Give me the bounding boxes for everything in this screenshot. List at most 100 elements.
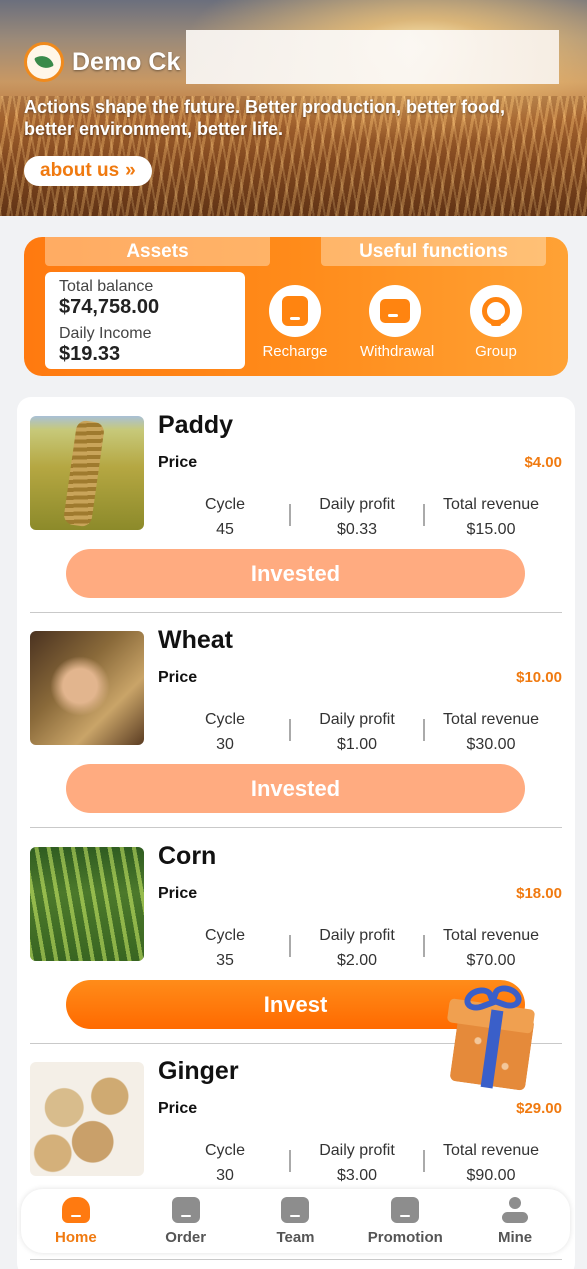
tagline: Actions shape the future. Better product… <box>24 97 506 139</box>
about-us-button[interactable]: about us » <box>24 156 152 186</box>
balance-box: Total balance $74,758.00 Daily Income $1… <box>45 272 245 369</box>
home-icon <box>61 1196 90 1223</box>
double-chevron-right-icon: » <box>125 160 136 181</box>
bottom-divider <box>30 1259 562 1260</box>
cycle-label: Cycle <box>204 1142 245 1159</box>
total-revenue-value: $15.00 <box>466 521 516 538</box>
total-balance-value: $74,758.00 <box>59 296 160 318</box>
cycle-value: 45 <box>216 521 234 538</box>
hero-banner: Demo Ck Actions shape the future. Better… <box>0 0 587 216</box>
product-stats: Cycle 35 Daily profit $2.00 Total revenue $… <box>158 923 562 973</box>
recharge-label: Recharge <box>262 343 328 360</box>
nav-mine[interactable]: Mine <box>465 1196 565 1246</box>
product-name: Ginger <box>158 1057 239 1085</box>
redacted-region <box>186 30 559 84</box>
cycle-value: 30 <box>216 736 234 753</box>
total-revenue-value: $90.00 <box>466 1167 516 1184</box>
daily-income-value: $19.33 <box>59 343 121 365</box>
price-label: Price <box>158 885 198 902</box>
price-label: Price <box>158 454 198 471</box>
nav-order[interactable]: Order <box>136 1196 236 1246</box>
price-value: $4.00 <box>524 454 562 471</box>
divider <box>289 1150 291 1172</box>
product-stats: Cycle 45 Daily profit $0.33 Total revenue $… <box>158 492 562 542</box>
product-stats: Cycle 30 Daily profit $3.00 Total revenue $… <box>158 1138 562 1188</box>
product-name: Wheat <box>158 626 233 654</box>
nav-promotion[interactable]: Promotion <box>355 1196 455 1246</box>
assets-card: Assets Useful functions Total balance $7… <box>24 237 568 376</box>
product-name: Corn <box>158 842 217 870</box>
product-card-paddy: Paddy Price $4.00 Cycle 45 Daily profit $0… <box>30 397 562 613</box>
daily-profit-value: $3.00 <box>336 1167 378 1184</box>
total-revenue-value: $30.00 <box>466 736 516 753</box>
product-name: Paddy <box>158 411 234 439</box>
price-value: $10.00 <box>516 669 562 686</box>
promotion-icon <box>391 1196 420 1223</box>
gift-box-icon[interactable] <box>446 981 536 1091</box>
divider <box>289 935 291 957</box>
cycle-label: Cycle <box>204 927 245 944</box>
product-stats: Cycle 30 Daily profit $1.00 Total revenue $… <box>158 707 562 757</box>
order-icon <box>171 1196 200 1223</box>
daily-profit-value: $0.33 <box>336 521 378 538</box>
cycle-value: 35 <box>216 952 234 969</box>
daily-profit-label: Daily profit <box>319 927 395 944</box>
nav-order-label: Order <box>165 1228 207 1246</box>
nav-home-label: Home <box>55 1228 97 1246</box>
total-revenue-value: $70.00 <box>466 952 516 969</box>
divider <box>423 504 425 526</box>
daily-profit-label: Daily profit <box>319 711 395 728</box>
divider <box>423 1150 425 1172</box>
about-us-label: about us <box>40 160 120 181</box>
group-label: Group <box>475 343 517 360</box>
daily-profit-value: $1.00 <box>336 736 378 753</box>
brand-logo-icon <box>24 42 64 82</box>
ginger-image <box>30 1062 144 1176</box>
divider <box>423 935 425 957</box>
headset-icon <box>482 297 510 326</box>
tab-assets[interactable]: Assets <box>45 237 270 266</box>
nav-promotion-label: Promotion <box>367 1228 443 1246</box>
divider <box>289 719 291 741</box>
total-revenue-label: Total revenue <box>442 711 540 728</box>
price-value: $29.00 <box>516 1100 562 1117</box>
tab-useful-functions[interactable]: Useful functions <box>321 237 546 266</box>
daily-profit-label: Daily profit <box>319 496 395 513</box>
divider <box>289 504 291 526</box>
total-revenue-label: Total revenue <box>442 1142 540 1159</box>
product-card-wheat: Wheat Price $10.00 Cycle 30 Daily profit $… <box>30 612 562 828</box>
wallet-icon <box>380 299 410 323</box>
cycle-value: 30 <box>216 1167 234 1184</box>
withdrawal-button[interactable]: Withdrawal <box>360 285 434 360</box>
group-button[interactable]: Group <box>461 285 531 360</box>
price-value: $18.00 <box>516 885 562 902</box>
product-list: Paddy Price $4.00 Cycle 45 Daily profit $0… <box>17 397 575 1269</box>
invested-button[interactable]: Invested <box>66 764 525 813</box>
total-balance-label: Total balance <box>59 278 154 295</box>
recharge-icon <box>282 296 308 326</box>
nav-team[interactable]: Team <box>245 1196 345 1246</box>
cycle-label: Cycle <box>204 711 245 728</box>
price-label: Price <box>158 669 198 686</box>
divider <box>423 719 425 741</box>
total-revenue-label: Total revenue <box>442 496 540 513</box>
brand-name: Demo Ck <box>72 47 181 76</box>
user-icon <box>502 1196 529 1223</box>
cycle-label: Cycle <box>204 496 245 513</box>
brand: Demo Ck <box>24 42 180 82</box>
invested-button[interactable]: Invested <box>66 549 525 598</box>
wheat-image <box>30 631 144 745</box>
daily-profit-label: Daily profit <box>319 1142 395 1159</box>
daily-income-label: Daily Income <box>59 325 152 342</box>
paddy-image <box>30 416 144 530</box>
nav-home[interactable]: Home <box>26 1196 126 1246</box>
total-revenue-label: Total revenue <box>442 927 540 944</box>
nav-mine-label: Mine <box>497 1228 533 1246</box>
daily-profit-value: $2.00 <box>336 952 378 969</box>
team-icon <box>281 1196 310 1223</box>
nav-team-label: Team <box>276 1228 315 1246</box>
corn-image <box>30 847 144 961</box>
price-label: Price <box>158 1100 198 1117</box>
recharge-button[interactable]: Recharge <box>260 285 330 360</box>
bottom-nav: Home Order Team Promotion Mine <box>21 1189 570 1253</box>
